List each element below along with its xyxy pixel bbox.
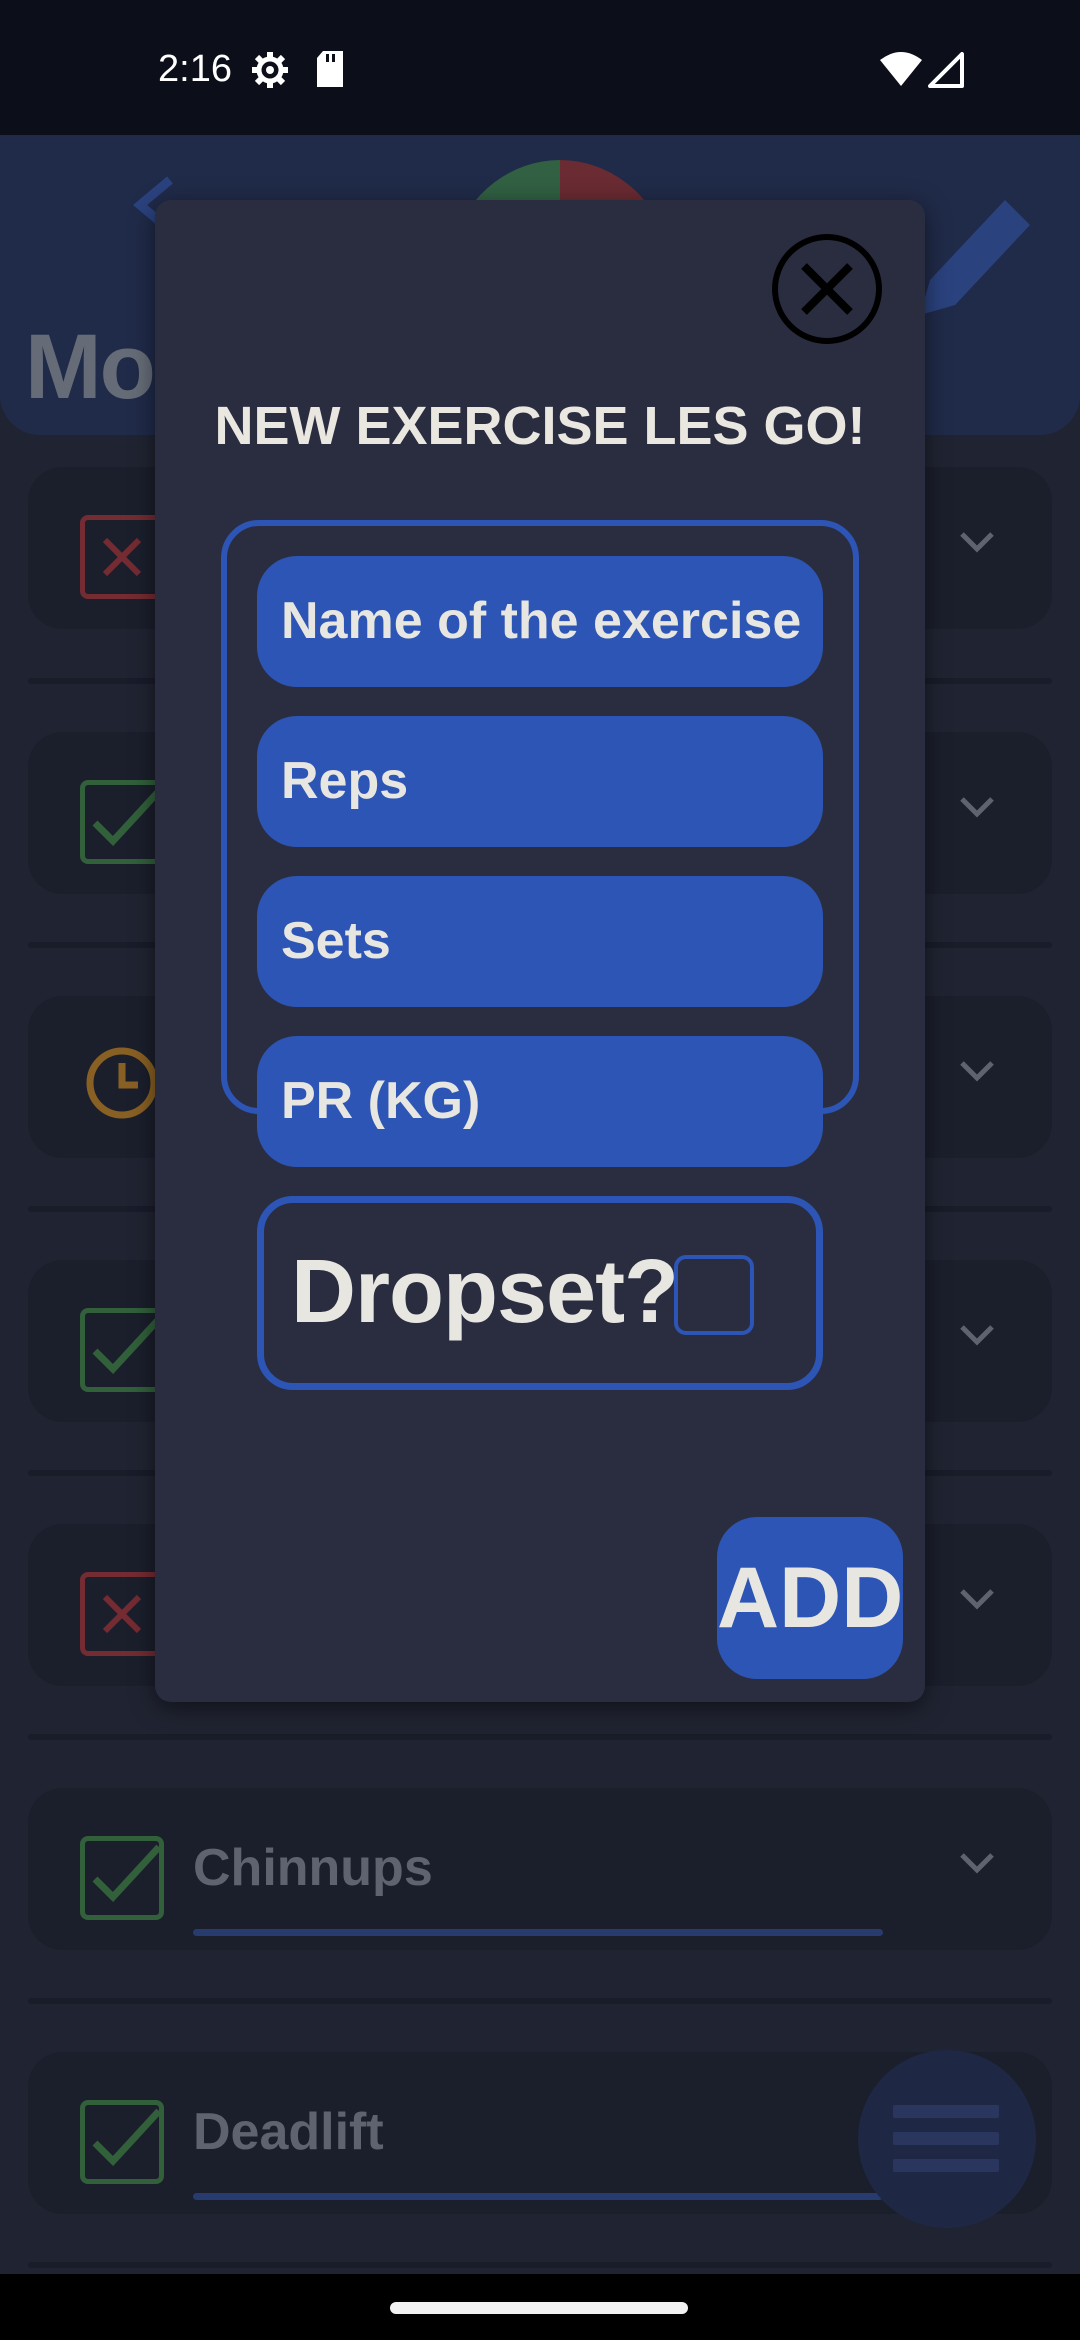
dropset-row: Dropset? xyxy=(257,1196,823,1390)
close-button[interactable] xyxy=(772,234,882,344)
exercise-form: Name of the exercise Reps Sets PR (KG) D… xyxy=(221,520,859,1390)
navigation-bar xyxy=(0,2274,1080,2340)
sd-card-icon xyxy=(315,50,345,93)
reps-field[interactable]: Reps xyxy=(257,716,823,847)
pr-field[interactable]: PR (KG) xyxy=(257,1036,823,1167)
wifi-icon xyxy=(880,52,922,93)
status-time: 2:16 xyxy=(158,48,232,90)
settings-status-icon xyxy=(250,50,290,95)
add-button[interactable]: ADD xyxy=(717,1517,903,1679)
new-exercise-dialog: NEW EXERCISE LES GO! Name of the exercis… xyxy=(155,200,925,1702)
close-icon xyxy=(772,234,882,344)
home-handle[interactable] xyxy=(390,2302,688,2314)
exercise-name-field[interactable]: Name of the exercise xyxy=(257,556,823,687)
dropset-checkbox[interactable] xyxy=(674,1255,754,1335)
dialog-title: NEW EXERCISE LES GO! xyxy=(214,396,866,456)
signal-icon xyxy=(928,52,964,93)
dropset-label: Dropset? xyxy=(291,1242,679,1342)
status-bar: 2:16 xyxy=(0,0,1080,140)
sets-field[interactable]: Sets xyxy=(257,876,823,1007)
